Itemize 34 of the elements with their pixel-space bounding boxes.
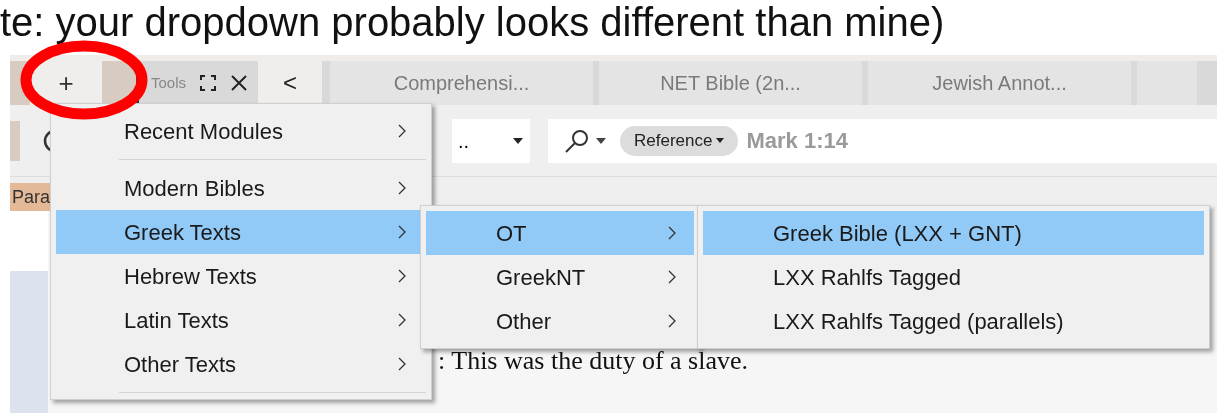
menu-item[interactable]: Greek Bible (LXX + GNT) [703,211,1204,255]
menu-item[interactable]: Modern Bibles [56,166,426,210]
tag: Para [10,183,53,211]
chevron-right-icon [668,270,676,284]
menu-item[interactable]: Other [426,299,694,343]
caret-icon [716,138,725,143]
fullscreen-icon[interactable] [200,75,217,91]
chevron-right-icon [398,269,406,283]
chevron-right-icon [398,357,406,371]
caption-text: te: your dropdown probably looks different than mine) [0,2,946,42]
menu-item[interactable]: Other Texts [56,342,426,386]
chevron-right-icon [668,226,676,240]
menu-item[interactable]: Recent Modules [56,109,426,153]
menu-item[interactable]: LXX Rahlfs Tagged (parallels) [703,299,1204,343]
filter-chip[interactable]: Reference [620,125,739,156]
reference-value: Mark 1:14 [746,127,848,155]
chevron-right-icon [668,314,676,328]
chevron-right-icon [398,225,406,239]
caret-icon[interactable] [596,137,606,144]
menu-item[interactable]: OT [426,211,694,255]
panel-edge [10,120,20,161]
chevron-right-icon [398,313,406,327]
back-button[interactable]: < [258,61,323,105]
chevron-right-icon [398,181,406,195]
caret-icon[interactable] [512,136,524,145]
dropdown-value: .. [458,128,470,154]
menu-item[interactable]: LXX Rahlfs Tagged [703,255,1204,299]
panel-title: Tools [151,72,187,93]
search-icon [564,127,590,154]
close-icon[interactable] [230,74,249,92]
chevron-right-icon [398,124,406,138]
menu-item[interactable]: GreekNT [426,255,694,299]
body-text: : This was the duty of a slave. [438,346,749,375]
search-field[interactable]: Reference Mark 1:14 [548,118,1217,163]
